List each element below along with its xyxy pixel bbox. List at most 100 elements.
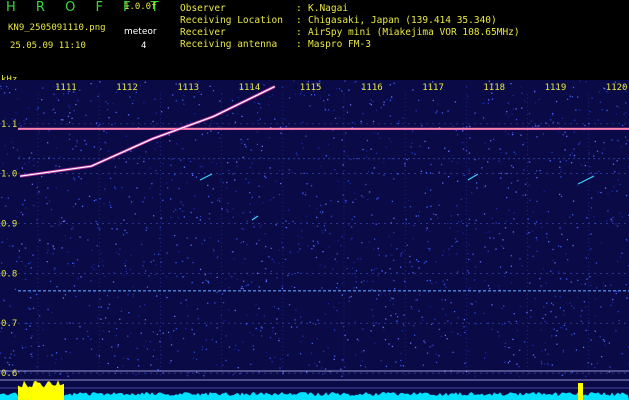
noise-pixel <box>271 361 273 363</box>
noise-pixel <box>504 346 506 348</box>
noise-pixel <box>426 227 428 229</box>
noise-pixel <box>435 353 437 355</box>
noise-pixel <box>580 315 582 317</box>
noise-pixel <box>414 153 416 155</box>
noise-pixel <box>416 299 418 301</box>
noise-pixel <box>273 261 275 263</box>
noise-pixel <box>335 287 338 289</box>
noise-pixel <box>505 271 507 273</box>
noise-pixel <box>341 90 343 92</box>
noise-pixel <box>489 237 491 239</box>
noise-pixel <box>434 318 436 321</box>
noise-pixel <box>535 221 538 223</box>
noise-pixel <box>14 335 16 337</box>
noise-pixel <box>266 351 268 353</box>
noise-pixel <box>534 356 536 358</box>
noise-pixel <box>12 350 15 352</box>
noise-pixel <box>287 209 290 211</box>
noise-pixel <box>498 233 501 235</box>
noise-pixel <box>324 313 327 315</box>
noise-pixel <box>366 139 369 142</box>
noise-pixel <box>154 148 156 150</box>
noise-pixel <box>149 187 151 189</box>
noise-pixel <box>336 261 338 263</box>
noise-pixel <box>243 280 245 282</box>
noise-pixel <box>105 101 107 103</box>
noise-pixel <box>457 333 459 335</box>
noise-pixel <box>586 278 588 280</box>
noise-pixel <box>138 365 140 367</box>
noise-pixel <box>222 182 225 184</box>
noise-pixel <box>438 171 440 173</box>
noise-pixel <box>544 314 547 316</box>
noise-pixel <box>192 261 194 264</box>
noise-pixel <box>585 81 587 83</box>
noise-pixel <box>492 138 495 140</box>
noise-pixel <box>560 195 563 197</box>
noise-pixel <box>333 358 335 360</box>
noise-pixel <box>53 93 55 95</box>
noise-pixel <box>139 155 141 157</box>
noise-pixel <box>418 310 420 312</box>
noise-pixel <box>43 112 45 114</box>
noise-pixel <box>334 169 336 171</box>
noise-pixel <box>623 113 625 115</box>
noise-pixel <box>518 366 520 368</box>
noise-pixel <box>445 286 447 288</box>
y-tick-label: 1.0 <box>1 170 17 180</box>
noise-pixel <box>447 110 449 112</box>
noise-pixel <box>438 204 440 206</box>
noise-pixel <box>353 193 356 195</box>
noise-pixel <box>101 260 103 262</box>
noise-pixel <box>542 268 545 270</box>
noise-pixel <box>231 99 234 102</box>
noise-pixel <box>547 364 550 366</box>
noise-pixel <box>193 96 195 98</box>
noise-pixel <box>597 191 599 193</box>
noise-pixel <box>95 122 98 124</box>
noise-pixel <box>566 135 568 137</box>
noise-pixel <box>539 169 541 172</box>
noise-pixel <box>225 359 227 362</box>
noise-pixel <box>370 99 372 101</box>
noise-pixel <box>510 83 512 85</box>
noise-pixel <box>573 307 575 309</box>
noise-pixel <box>53 108 55 110</box>
noise-pixel <box>201 133 203 136</box>
noise-pixel <box>186 237 188 239</box>
noise-pixel <box>245 146 247 148</box>
noise-pixel <box>581 310 583 312</box>
noise-pixel <box>364 366 367 368</box>
noise-pixel <box>475 300 477 303</box>
noise-pixel <box>76 140 78 142</box>
noise-pixel <box>28 263 30 265</box>
noise-pixel <box>564 131 566 134</box>
noise-pixel <box>107 150 110 152</box>
noise-pixel <box>280 182 282 185</box>
noise-pixel <box>388 343 390 345</box>
noise-pixel <box>357 258 359 260</box>
noise-pixel <box>7 361 9 364</box>
noise-pixel <box>182 204 184 206</box>
noise-pixel <box>115 335 117 337</box>
noise-pixel <box>127 335 129 337</box>
noise-pixel <box>385 146 387 148</box>
noise-pixel <box>591 197 593 199</box>
noise-pixel <box>606 109 608 112</box>
noise-pixel <box>127 114 130 116</box>
noise-pixel <box>585 329 587 332</box>
noise-pixel <box>222 302 225 304</box>
noise-pixel <box>363 280 365 282</box>
noise-pixel <box>272 94 274 96</box>
noise-pixel <box>278 340 280 342</box>
noise-pixel <box>315 323 317 325</box>
noise-pixel <box>143 160 145 163</box>
noise-pixel <box>417 215 420 217</box>
noise-pixel <box>324 109 327 111</box>
noise-pixel <box>471 192 473 194</box>
x-tick-label: 1114 <box>239 83 261 93</box>
noise-pixel <box>569 302 571 304</box>
noise-pixel <box>400 253 402 255</box>
noise-pixel <box>305 135 307 137</box>
noise-pixel <box>346 111 349 113</box>
